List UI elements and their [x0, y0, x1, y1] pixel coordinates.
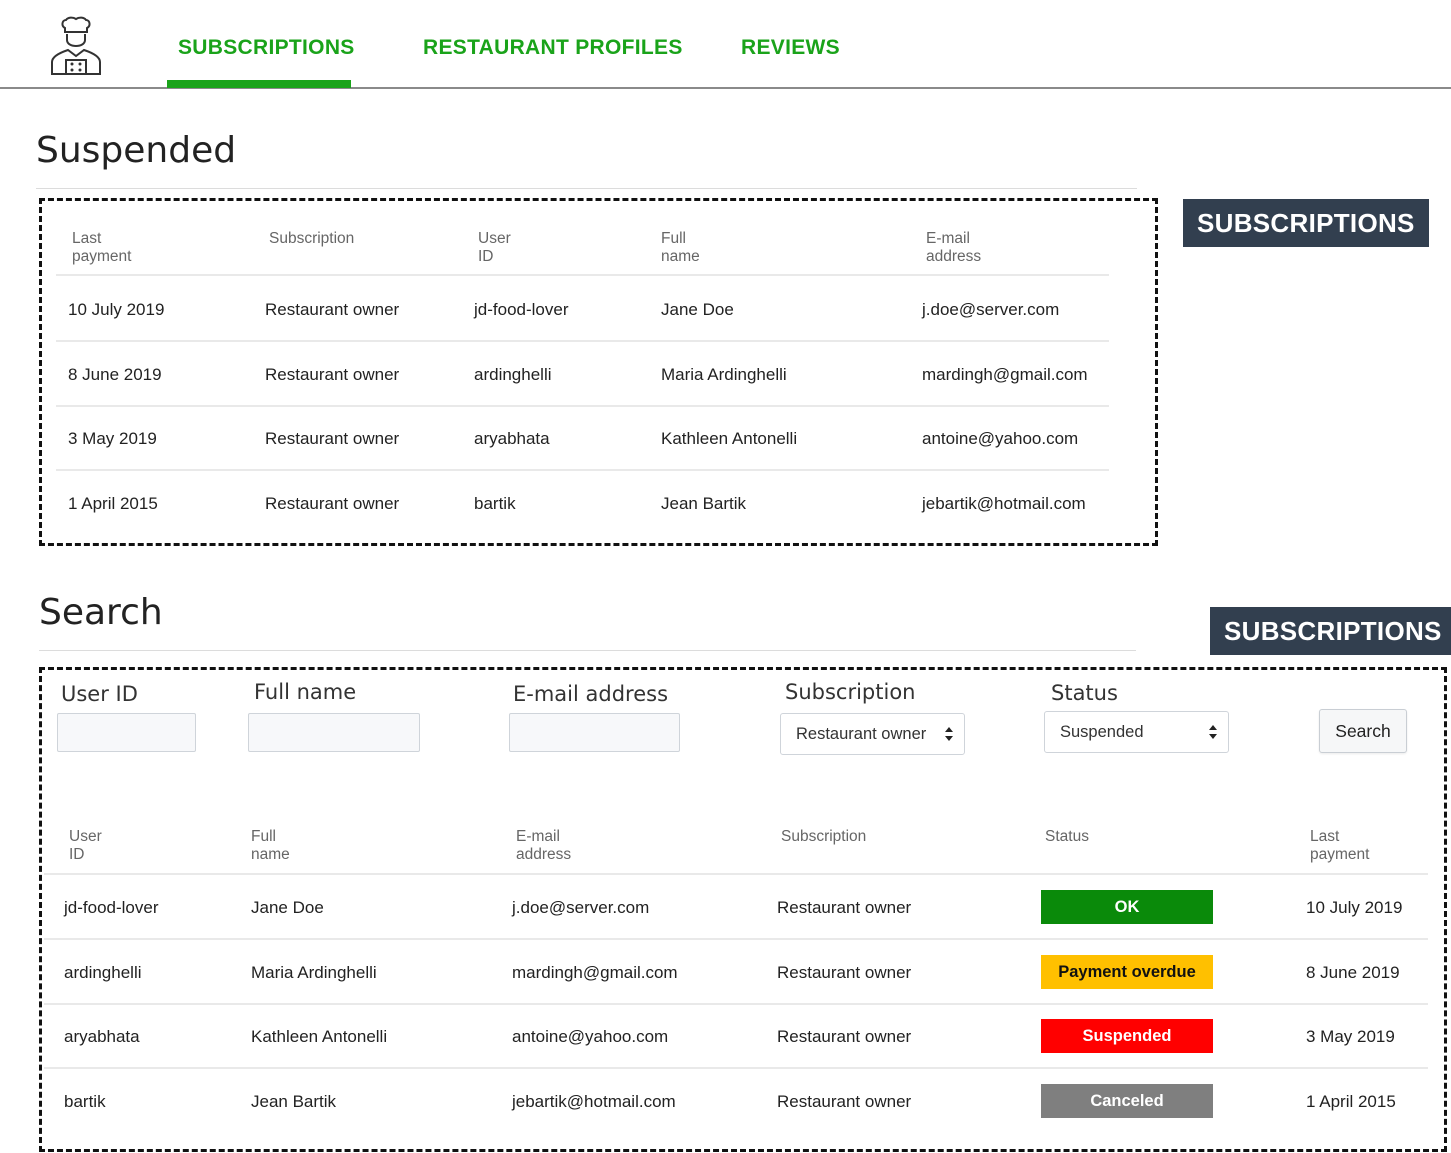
cell-full-name: Jean Bartik: [251, 1092, 337, 1111]
top-nav: SUBSCRIPTIONS RESTAURANT PROFILES REVIEW…: [0, 0, 1451, 89]
status-badge: Suspended: [1041, 1019, 1213, 1053]
user-id-label: User ID: [61, 682, 138, 706]
cell-email: jebartik@hotmail.com: [922, 494, 1086, 513]
subscriptions-badge: SUBSCRIPTIONS: [1210, 607, 1451, 655]
cell-last-payment: 8 June 2019: [68, 365, 162, 384]
chef-icon: [51, 16, 101, 75]
cell-user-id: aryabhata: [474, 429, 550, 448]
col-header-full-name: Full name: [661, 230, 700, 265]
col-header-last-payment: Last payment: [72, 230, 132, 265]
cell-subscription: Restaurant owner: [265, 365, 400, 384]
subscriptions-badge: SUBSCRIPTIONS: [1183, 199, 1429, 247]
row-divider: [56, 274, 1109, 276]
status-badge: OK: [1041, 890, 1213, 924]
select-arrows-icon: [945, 727, 953, 741]
cell-subscription: Restaurant owner: [777, 898, 912, 917]
email-input[interactable]: [509, 713, 680, 752]
cell-subscription: Restaurant owner: [265, 429, 400, 448]
cell-subscription: Restaurant owner: [777, 1027, 912, 1046]
search-button[interactable]: Search: [1319, 709, 1407, 753]
status-badge: Payment overdue: [1041, 955, 1213, 989]
cell-last-payment: 1 April 2015: [1306, 1092, 1396, 1111]
full-name-input[interactable]: [248, 713, 420, 752]
col-header-email: E-mail address: [926, 230, 982, 265]
cell-user-id: bartik: [64, 1092, 106, 1111]
row-divider: [56, 469, 1109, 471]
cell-full-name: Maria Ardinghelli: [251, 963, 377, 982]
col-header-user-id: User ID: [69, 828, 102, 863]
cell-last-payment: 1 April 2015: [68, 494, 158, 513]
row-divider: [56, 405, 1109, 407]
cell-user-id: aryabhata: [64, 1027, 140, 1046]
cell-email: j.doe@server.com: [922, 300, 1060, 319]
tab-subscriptions[interactable]: SUBSCRIPTIONS: [178, 36, 355, 60]
cell-subscription: Restaurant owner: [777, 963, 912, 982]
cell-last-payment: 3 May 2019: [1306, 1027, 1395, 1046]
cell-full-name: Jean Bartik: [661, 494, 747, 513]
cell-email: jebartik@hotmail.com: [512, 1092, 676, 1111]
cell-user-id: jd-food-lover: [64, 898, 159, 917]
cell-email: antoine@yahoo.com: [922, 429, 1079, 448]
select-arrows-icon: [1209, 725, 1217, 739]
cell-user-id: ardinghelli: [474, 365, 552, 384]
cell-user-id: jd-food-lover: [474, 300, 569, 319]
search-title: Search: [39, 592, 163, 633]
cell-last-payment: 10 July 2019: [68, 300, 165, 319]
cell-full-name: Maria Ardinghelli: [661, 365, 787, 384]
col-header-full-name: Full name: [251, 828, 290, 863]
cell-last-payment: 3 May 2019: [68, 429, 157, 448]
cell-email: mardingh@gmail.com: [922, 365, 1088, 384]
status-badge: Canceled: [1041, 1084, 1213, 1118]
cell-subscription: Restaurant owner: [265, 494, 400, 513]
cell-email: j.doe@server.com: [512, 898, 650, 917]
cell-user-id: ardinghelli: [64, 963, 142, 982]
cell-last-payment: 8 June 2019: [1306, 963, 1400, 982]
cell-full-name: Kathleen Antonelli: [661, 429, 798, 448]
row-divider: [44, 1067, 1428, 1069]
subscription-select[interactable]: Restaurant owner: [780, 713, 965, 755]
tab-restaurant-profiles[interactable]: RESTAURANT PROFILES: [423, 36, 683, 60]
subscription-label: Subscription: [785, 680, 916, 704]
active-tab-indicator: [167, 80, 351, 88]
cell-email: mardingh@gmail.com: [512, 963, 678, 982]
full-name-label: Full name: [254, 680, 357, 704]
cell-full-name: Kathleen Antonelli: [251, 1027, 388, 1046]
cell-full-name: Jane Doe: [661, 300, 734, 319]
status-select[interactable]: Suspended: [1044, 711, 1229, 753]
col-header-email: E-mail address: [516, 828, 572, 863]
cell-subscription: Restaurant owner: [777, 1092, 912, 1111]
suspended-title: Suspended: [36, 130, 237, 171]
section-divider: [36, 188, 1137, 189]
cell-subscription: Restaurant owner: [265, 300, 400, 319]
cell-email: antoine@yahoo.com: [512, 1027, 669, 1046]
col-header-subscription: Subscription: [781, 828, 867, 845]
row-divider: [44, 1003, 1428, 1005]
cell-last-payment: 10 July 2019: [1306, 898, 1403, 917]
col-header-last-payment: Last payment: [1310, 828, 1370, 863]
cell-user-id: bartik: [474, 494, 516, 513]
subscription-select-value: Restaurant owner: [796, 725, 927, 743]
row-divider: [44, 938, 1428, 940]
cell-full-name: Jane Doe: [251, 898, 324, 917]
email-label: E-mail address: [513, 682, 669, 706]
status-label: Status: [1051, 681, 1118, 705]
col-header-user-id: User ID: [478, 230, 511, 265]
col-header-subscription: Subscription: [269, 230, 355, 247]
col-header-status: Status: [1045, 828, 1089, 845]
status-select-value: Suspended: [1060, 723, 1144, 741]
user-id-input[interactable]: [57, 713, 196, 752]
row-divider: [56, 340, 1109, 342]
tab-reviews[interactable]: REVIEWS: [741, 36, 840, 60]
row-divider: [44, 873, 1428, 875]
section-divider: [39, 650, 1136, 651]
